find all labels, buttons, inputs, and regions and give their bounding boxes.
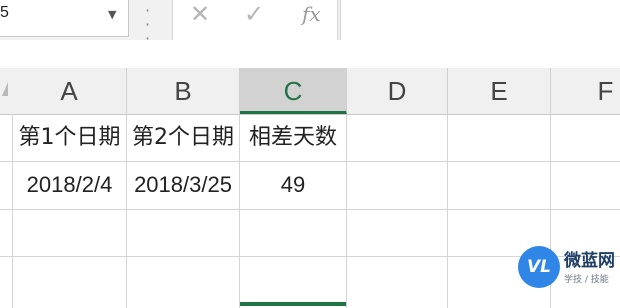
cell-b2[interactable]: 2018/3/25 [127, 162, 239, 208]
name-box[interactable]: 5 ▼ [0, 0, 129, 37]
cell-a2[interactable]: 2018/2/4 [13, 162, 126, 208]
select-all-corner[interactable] [2, 82, 8, 96]
vl-logo-icon: VL [518, 246, 560, 288]
cell-a1[interactable]: 第1个日期 [13, 115, 126, 161]
chevron-down-icon[interactable]: ▼ [108, 8, 116, 21]
column-header-e[interactable]: E [448, 68, 551, 114]
name-box-value[interactable]: 5 [0, 4, 9, 22]
enter-icon[interactable]: ✓ [244, 0, 264, 28]
column-header-b[interactable]: B [127, 68, 240, 114]
formula-input[interactable] [340, 0, 620, 40]
column-header-f[interactable]: F [551, 68, 620, 114]
toolbar-gap [0, 40, 620, 68]
watermark-logo: VL 微蓝网 学技 / 技能 [518, 242, 620, 298]
column-header-c[interactable]: C [240, 68, 347, 114]
formula-bar: 5 ▼ · · · ✕ ✓ fx [0, 0, 620, 47]
gridline [346, 114, 347, 308]
gridline [447, 114, 448, 308]
cell-b1[interactable]: 第2个日期 [127, 115, 239, 161]
cell-c1[interactable]: 相差天数 [240, 115, 346, 161]
selection-border [240, 302, 346, 306]
gridline [0, 209, 620, 210]
column-header-row: A B C D E F [0, 68, 620, 115]
column-header-a[interactable]: A [12, 68, 127, 114]
watermark-title: 微蓝网 [564, 251, 615, 271]
watermark-subtitle: 学技 / 技能 [564, 275, 609, 285]
column-header-d[interactable]: D [347, 68, 448, 114]
cell-c2[interactable]: 49 [240, 162, 346, 208]
insert-function-button[interactable]: fx [302, 2, 321, 26]
cancel-icon[interactable]: ✕ [190, 0, 210, 28]
